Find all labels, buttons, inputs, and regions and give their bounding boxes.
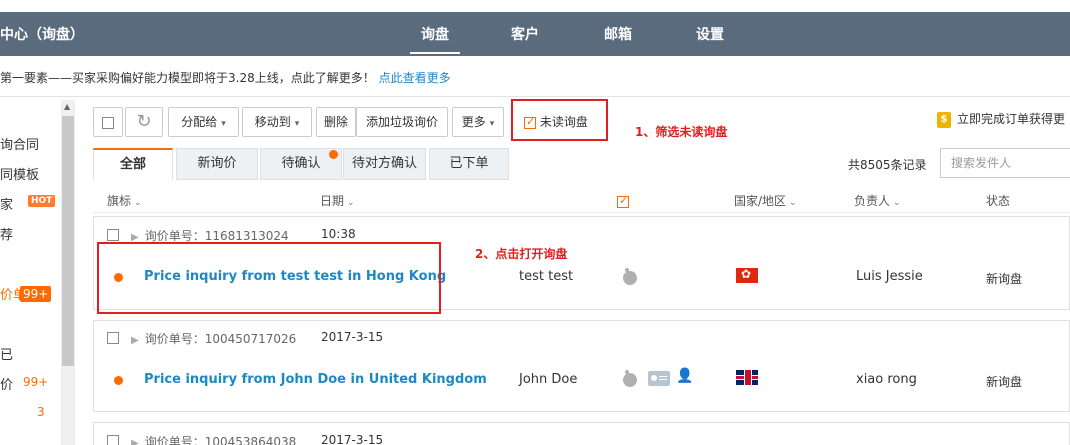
buyer-name: test test — [519, 269, 574, 284]
chevron-down-icon: ⌄ — [789, 198, 797, 208]
col-flag-label: 旗标 — [107, 194, 132, 208]
tab-new-inquiry[interactable]: 新询价 — [176, 148, 258, 180]
nav-tab-customer[interactable]: 客户 — [511, 24, 539, 44]
col-owner[interactable]: 负责人 ⌄ — [854, 192, 901, 209]
row-checkbox-box[interactable] — [107, 228, 119, 241]
sidebar-item-done[interactable]: 已 — [0, 344, 13, 363]
top-bar: 中心（询盘） 询盘 客户 邮箱 设置 — [0, 12, 1070, 56]
flag-hong-kong-icon — [736, 267, 758, 283]
notice-text: 第一要素——买家采购偏好能力模型即将于3.28上线，点此了解更多！ — [0, 71, 375, 85]
move-to-button[interactable]: 移动到 ▾ — [242, 107, 312, 137]
chevron-down-icon: ⌄ — [134, 198, 142, 208]
row-id-label: 询价单号：100450717026 — [144, 332, 297, 346]
row-id: ▶ 询价单号：100453864038 — [125, 433, 296, 445]
sidebar-item-contract[interactable]: 询合同 — [0, 134, 39, 153]
annotation-step1: 1、筛选未读询盘 — [635, 125, 728, 139]
promo-link[interactable]: $ 立即完成订单获得更 — [937, 110, 1065, 128]
col-flag[interactable]: 旗标 ⌄ — [107, 192, 142, 209]
nav-tab-settings[interactable]: 设置 — [696, 24, 724, 44]
nav-tab-mailbox[interactable]: 邮箱 — [604, 24, 632, 44]
col-country[interactable]: 国家/地区 ⌄ — [734, 192, 797, 209]
row-checkbox-box[interactable] — [107, 434, 119, 445]
sidebar-item-template[interactable]: 同模板 — [0, 164, 39, 183]
notification-dot — [329, 150, 338, 159]
owner-name: xiao rong — [856, 372, 917, 387]
chevron-down-icon: ▾ — [294, 119, 300, 129]
business-card-icon[interactable] — [648, 371, 670, 386]
col-status: 状态 — [986, 194, 1011, 208]
sidebar-scroll-thumb[interactable] — [62, 116, 74, 366]
row-id-label: 询价单号：100453864038 — [144, 435, 297, 445]
more-label: 更多 — [461, 115, 486, 129]
row-date: 2017-3-15 — [321, 433, 384, 445]
col-check-icon[interactable] — [617, 194, 629, 208]
row-date: 2017-3-15 — [321, 330, 384, 344]
select-all-button[interactable] — [93, 107, 123, 137]
scroll-up-icon[interactable]: ▲ — [64, 102, 70, 111]
flag-icon[interactable]: ▶ — [131, 335, 139, 346]
select-all-checkbox[interactable] — [102, 116, 114, 129]
notice-bar: 第一要素——买家采购偏好能力模型即将于3.28上线，点此了解更多！ 点此查看更多 — [0, 66, 1070, 90]
highlight-box-unread — [511, 99, 608, 141]
sidebar-item-recommend[interactable]: 荐 — [0, 224, 13, 243]
uk-flag-stripe — [736, 376, 758, 379]
assign-button[interactable]: 分配给 ▾ — [168, 107, 239, 137]
notice-link[interactable]: 点此查看更多 — [379, 71, 451, 85]
search-sender-input[interactable] — [940, 148, 1070, 178]
tab-awaiting-confirm[interactable]: 待对方确认 — [343, 148, 426, 180]
delete-button[interactable]: 删除 — [316, 107, 356, 137]
highlight-box-subject — [97, 242, 441, 314]
side-count-99: 99+ — [23, 375, 49, 389]
flag-united-kingdom-icon — [736, 370, 758, 385]
row-date: 10:38 — [321, 227, 356, 241]
row-checkbox[interactable] — [107, 433, 119, 445]
owner-name: Luis Jessie — [856, 269, 923, 284]
row-checkbox-box[interactable] — [107, 331, 119, 344]
buyer-name: John Doe — [519, 372, 578, 387]
divider — [93, 212, 1070, 213]
inquiry-subject-link[interactable]: Price inquiry from John Doe in United Ki… — [144, 372, 487, 387]
tab-ordered[interactable]: 已下单 — [429, 148, 509, 180]
chevron-down-icon: ▾ — [221, 119, 226, 129]
add-spam-button[interactable]: 添加垃圾询价 — [356, 107, 448, 137]
row-id-label: 询价单号：11681313024 — [144, 229, 289, 243]
annotation-step2: 2、点击打开询盘 — [475, 247, 568, 261]
col-check[interactable] — [617, 194, 629, 208]
count-badge: 99+ — [20, 286, 52, 302]
unread-dot — [114, 376, 123, 385]
col-date-label: 日期 — [320, 194, 345, 208]
row-id: ▶ 询价单号：100450717026 — [125, 330, 296, 347]
refresh-icon: ↻ — [136, 111, 152, 132]
row-checkbox[interactable] — [107, 227, 119, 241]
refresh-button[interactable]: ↻ — [125, 107, 163, 137]
flag-icon[interactable]: ▶ — [131, 438, 139, 445]
nav-tab-inquiry[interactable]: 询盘 — [421, 24, 449, 44]
status-text: 新询盘 — [986, 375, 1023, 389]
chevron-down-icon: ⌄ — [893, 198, 901, 208]
assign-label: 分配给 — [181, 115, 218, 129]
tab-all[interactable]: 全部 — [93, 148, 173, 180]
contact-face-icon[interactable] — [623, 370, 637, 387]
record-count: 共8505条记录 — [848, 158, 927, 172]
sidebar-item-price[interactable]: 价 — [0, 374, 13, 393]
nav-active-underline — [410, 52, 460, 54]
promo-text: 立即完成订单获得更 — [957, 112, 1066, 126]
col-country-label: 国家/地区 — [734, 194, 787, 208]
chevron-down-icon: ⌄ — [347, 198, 355, 208]
row-checkbox[interactable] — [107, 330, 119, 344]
sidebar-item-buyer[interactable]: 家 — [0, 194, 13, 213]
more-button[interactable]: 更多 ▾ — [452, 107, 504, 137]
hot-badge: HOT — [28, 195, 56, 207]
col-date[interactable]: 日期 ⌄ — [320, 192, 355, 209]
side-count-3: 3 — [37, 405, 45, 419]
status-text: 新询盘 — [986, 272, 1023, 286]
col-owner-label: 负责人 — [854, 194, 891, 208]
coin-icon: $ — [937, 111, 951, 128]
divider — [0, 96, 1070, 97]
contact-face-icon[interactable] — [623, 268, 637, 285]
verified-user-icon[interactable]: 👤 — [676, 369, 698, 384]
chevron-down-icon: ▾ — [489, 119, 495, 129]
move-to-label: 移动到 — [254, 115, 291, 129]
page-title: 中心（询盘） — [0, 27, 84, 43]
